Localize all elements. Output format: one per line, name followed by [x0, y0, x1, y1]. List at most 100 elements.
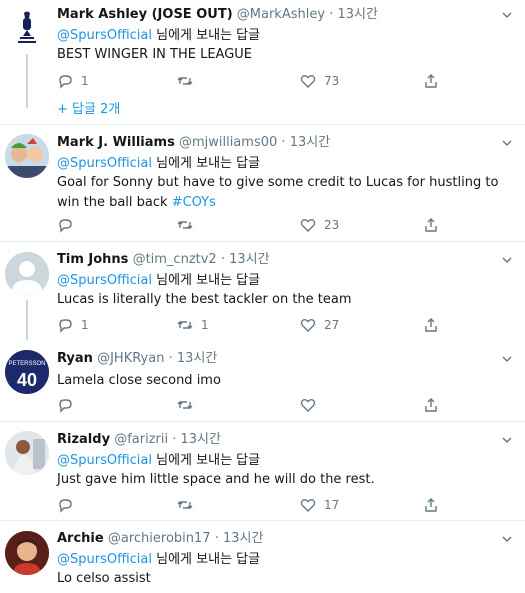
like-button[interactable]: 73 [300, 71, 339, 91]
handle[interactable]: @mjwilliams00 [179, 135, 277, 150]
tweet-actions [57, 395, 457, 415]
tweet-actions: 17 [57, 495, 457, 515]
tweet-text: Lo celso assist [57, 571, 151, 586]
share-button[interactable] [423, 495, 439, 515]
like-button[interactable]: 23 [300, 215, 339, 235]
tweet[interactable]: Mark J. Williams @mjwilliams00 · 13시간 @S… [0, 125, 525, 241]
retweet-button[interactable] [177, 395, 201, 415]
thread-line [26, 300, 28, 340]
mention-link[interactable]: @SpursOfficial [57, 273, 152, 288]
separator-dot: · [220, 252, 225, 267]
tweet[interactable]: Rizaldy @farizrii · 13시간 @SpursOfficial … [0, 422, 525, 520]
handle[interactable]: @MarkAshley [237, 7, 325, 22]
heart-icon [300, 319, 316, 332]
separator-dot: · [214, 531, 219, 546]
share-button[interactable] [423, 395, 439, 415]
mention-link[interactable]: @SpursOfficial [57, 28, 152, 43]
profile-photo-icon [5, 134, 49, 178]
heart-icon [300, 219, 316, 232]
timestamp[interactable]: 13시간 [181, 432, 221, 447]
hashtag-link[interactable]: #COYs [172, 195, 216, 210]
display-name[interactable]: Mark J. Williams [57, 135, 175, 150]
timestamp[interactable]: 13시간 [177, 351, 217, 366]
mention-link[interactable]: @SpursOfficial [57, 453, 152, 468]
like-button[interactable] [300, 395, 324, 415]
like-button[interactable]: 17 [300, 495, 339, 515]
display-name[interactable]: Ryan [57, 351, 93, 366]
display-name[interactable]: Tim Johns [57, 252, 128, 267]
chevron-down-icon[interactable] [501, 434, 513, 446]
handle[interactable]: @tim_cnztv2 [133, 252, 217, 267]
tweet-header: Rizaldy @farizrii · 13시간 [57, 431, 517, 449]
tweet-header: Mark J. Williams @mjwilliams00 · 13시간 [57, 134, 517, 152]
reply-button[interactable] [57, 495, 81, 515]
replying-to: @SpursOfficial 님에게 보내는 답글 [57, 552, 261, 567]
reply-button[interactable] [57, 395, 81, 415]
avatar[interactable] [5, 252, 49, 296]
avatar[interactable] [5, 134, 49, 178]
reply-button[interactable]: 1 [57, 315, 89, 335]
replying-to: @SpursOfficial 님에게 보내는 답글 [57, 28, 261, 43]
retweet-icon [177, 77, 193, 85]
show-replies-link[interactable]: + 답글 2개 [57, 101, 120, 119]
display-name[interactable]: Rizaldy [57, 432, 110, 447]
thread-line [26, 54, 28, 108]
tweet[interactable]: PETERSSON 40 Ryan @JHKRyan · 13시간 Lamela… [0, 340, 525, 421]
tweet[interactable]: Mark Ashley (JOSE OUT) @MarkAshley · 13시… [0, 0, 525, 124]
jersey-avatar-icon: PETERSSON 40 [5, 350, 49, 394]
share-icon [425, 398, 437, 412]
spurs-crest-icon [5, 6, 49, 50]
like-button[interactable]: 27 [300, 315, 339, 335]
chevron-down-icon[interactable] [501, 137, 513, 149]
handle[interactable]: @JHKRyan [97, 351, 164, 366]
retweet-button[interactable] [177, 71, 201, 91]
replying-to: @SpursOfficial 님에게 보내는 답글 [57, 156, 261, 171]
retweet-button[interactable]: 1 [177, 315, 209, 335]
tweet-text: Goal for Sonny but have to give some cre… [57, 175, 499, 210]
avatar[interactable] [5, 6, 49, 50]
handle[interactable]: @farizrii [114, 432, 168, 447]
share-button[interactable] [423, 315, 439, 335]
default-avatar-icon [5, 252, 49, 296]
reply-icon [59, 75, 72, 89]
reply-button[interactable]: 1 [57, 71, 89, 91]
heart-icon [300, 499, 316, 512]
avatar[interactable]: PETERSSON 40 [5, 350, 49, 394]
display-name[interactable]: Archie [57, 531, 104, 546]
heart-icon [300, 75, 316, 88]
retweet-icon [177, 221, 193, 229]
timestamp[interactable]: 13시간 [229, 252, 269, 267]
reply-button[interactable] [57, 215, 81, 235]
share-button[interactable] [423, 215, 439, 235]
retweet-button[interactable] [177, 215, 201, 235]
chevron-down-icon[interactable] [501, 353, 513, 365]
replying-to: @SpursOfficial 님에게 보내는 답글 [57, 273, 261, 288]
retweet-button[interactable] [177, 495, 201, 515]
timestamp[interactable]: 13시간 [290, 135, 330, 150]
chevron-down-icon[interactable] [501, 533, 513, 545]
timestamp[interactable]: 13시간 [337, 7, 377, 22]
profile-photo-icon [5, 431, 49, 475]
timestamp[interactable]: 13시간 [223, 531, 263, 546]
svg-text:40: 40 [17, 370, 37, 390]
tweet[interactable]: Tim Johns @tim_cnztv2 · 13시간 @SpursOffic… [0, 242, 525, 340]
avatar[interactable] [5, 531, 49, 575]
tweet[interactable]: Archie @archierobin17 · 13시간 @SpursOffic… [0, 521, 525, 593]
separator-dot: · [172, 432, 177, 447]
tweet-header: Archie @archierobin17 · 13시간 [57, 530, 517, 548]
tweet-header: Mark Ashley (JOSE OUT) @MarkAshley · 13시… [57, 6, 517, 24]
share-button[interactable] [423, 71, 439, 91]
retweet-icon [177, 321, 193, 329]
tweet-text: BEST WINGER IN THE LEAGUE [57, 47, 252, 62]
tweet-text: Lucas is literally the best tackler on t… [57, 292, 352, 307]
mention-link[interactable]: @SpursOfficial [57, 156, 152, 171]
display-name[interactable]: Mark Ashley (JOSE OUT) [57, 7, 233, 22]
handle[interactable]: @archierobin17 [108, 531, 211, 546]
avatar[interactable] [5, 431, 49, 475]
reply-icon [59, 319, 72, 333]
reply-icon [59, 499, 72, 513]
chevron-down-icon[interactable] [501, 9, 513, 21]
mention-link[interactable]: @SpursOfficial [57, 552, 152, 567]
replying-to: @SpursOfficial 님에게 보내는 답글 [57, 453, 261, 468]
chevron-down-icon[interactable] [501, 254, 513, 266]
